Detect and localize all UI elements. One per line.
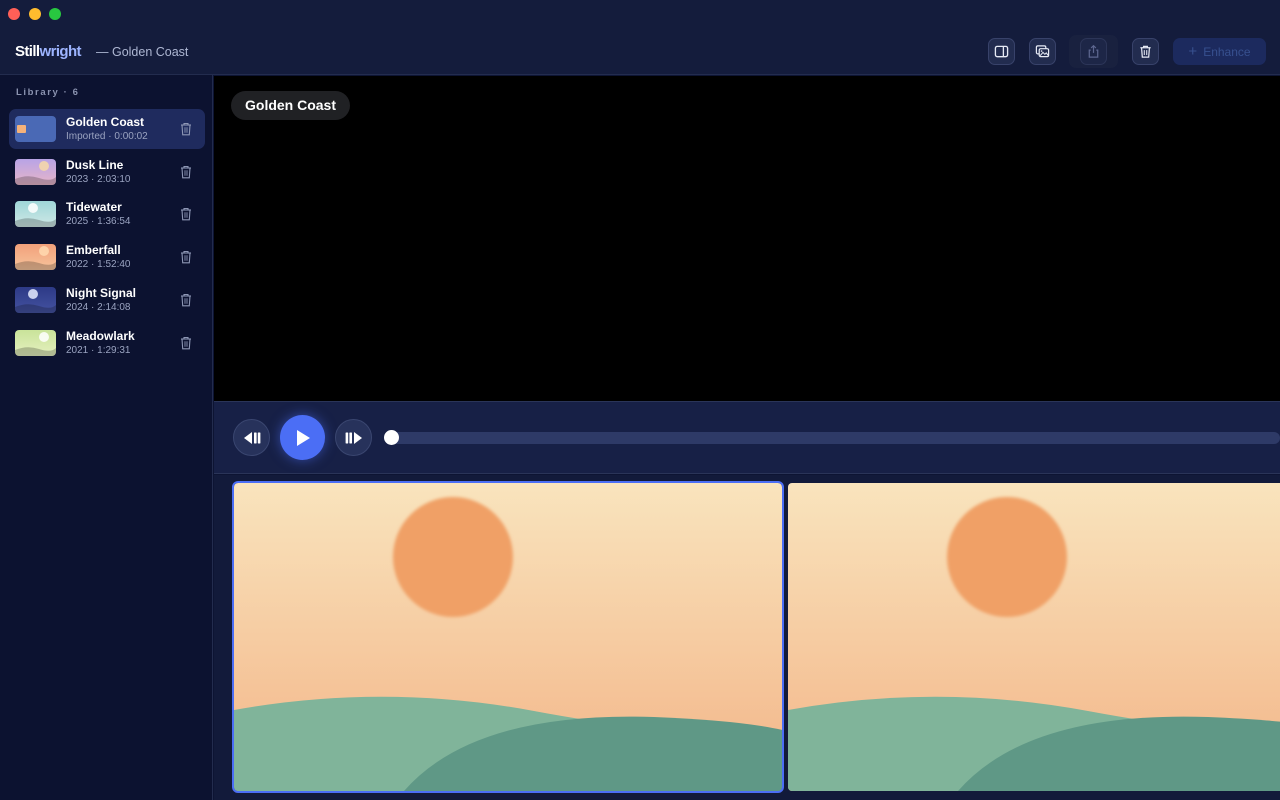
item-delete-button[interactable] xyxy=(180,165,192,179)
images-icon xyxy=(1035,45,1050,58)
scrubber-track[interactable] xyxy=(390,432,1280,444)
library-sidebar: Library · 6 Golden Coast Imported · 0:00:… xyxy=(0,75,213,800)
close-window-button[interactable] xyxy=(8,8,20,20)
app-window: Stillwright — Golden Coast + Enhance Lib… xyxy=(0,0,1280,800)
item-title: Dusk Line xyxy=(66,157,124,172)
title-bar: Stillwright — Golden Coast + Enhance xyxy=(0,0,1280,75)
item-meta: 2023 · 2:03:10 xyxy=(66,173,131,185)
delete-button[interactable] xyxy=(1132,38,1159,65)
item-thumbnail xyxy=(15,201,56,228)
item-meta: 2024 · 2:14:08 xyxy=(66,301,131,313)
step-back-button[interactable] xyxy=(233,419,270,456)
step-forward-button[interactable] xyxy=(335,419,372,456)
library-item[interactable]: Meadowlark 2021 · 1:29:31 xyxy=(9,323,205,363)
item-title: Tidewater xyxy=(66,200,122,215)
share-button-container xyxy=(1069,35,1118,68)
item-meta: 2021 · 1:29:31 xyxy=(66,344,131,356)
item-delete-button[interactable] xyxy=(180,250,192,264)
sidebar-right-icon xyxy=(994,45,1009,58)
item-delete-button[interactable] xyxy=(180,207,192,221)
enhance-label: Enhance xyxy=(1203,44,1251,59)
step-back-icon xyxy=(243,431,260,444)
zoom-window-button[interactable] xyxy=(49,8,61,20)
item-delete-button[interactable] xyxy=(180,336,192,350)
item-title: Meadowlark xyxy=(66,328,135,343)
filmstrip-frame[interactable] xyxy=(232,481,784,793)
trash-icon xyxy=(180,165,192,183)
trash-icon xyxy=(1140,45,1151,58)
landscape-image xyxy=(788,483,1280,791)
app-logo: Stillwright xyxy=(15,43,82,60)
document-title: — Golden Coast xyxy=(96,45,189,59)
item-delete-button[interactable] xyxy=(180,293,192,307)
item-meta: Imported · 0:00:02 xyxy=(66,131,148,142)
item-thumbnail xyxy=(15,329,56,356)
trash-icon xyxy=(180,208,192,225)
play-button[interactable] xyxy=(280,415,325,460)
step-forward-icon xyxy=(345,431,362,444)
playback-controls xyxy=(214,401,1280,474)
landscape-image xyxy=(234,483,782,791)
preview-title-pill: Golden Coast xyxy=(231,91,351,120)
item-thumbnail xyxy=(15,158,56,185)
library-item[interactable]: Dusk Line 2023 · 2:03:10 xyxy=(9,152,205,192)
enhance-button[interactable]: + Enhance xyxy=(1173,38,1266,65)
filmstrip xyxy=(214,475,1280,800)
toggle-panel-button[interactable] xyxy=(988,38,1015,65)
trash-icon xyxy=(180,122,192,140)
item-meta: 2025 · 1:36:54 xyxy=(66,216,131,228)
scrubber-handle[interactable] xyxy=(384,430,399,445)
play-icon xyxy=(296,429,310,446)
library-item[interactable]: Emberfall 2022 · 1:52:40 xyxy=(9,237,205,277)
item-thumbnail xyxy=(15,244,56,271)
share-icon xyxy=(1088,44,1099,58)
item-thumbnail xyxy=(15,116,56,142)
item-title: Night Signal xyxy=(66,285,136,300)
library-item[interactable]: Tidewater 2025 · 1:36:54 xyxy=(9,194,205,234)
trash-icon xyxy=(180,293,192,311)
item-title: Emberfall xyxy=(66,243,121,258)
logo-part-still: Still xyxy=(15,43,40,60)
plus-icon: + xyxy=(1188,43,1198,60)
filmstrip-frame[interactable] xyxy=(788,483,1280,791)
gallery-button[interactable] xyxy=(1029,38,1056,65)
item-delete-button[interactable] xyxy=(180,122,192,136)
library-heading: Library · 6 xyxy=(16,87,80,98)
item-title: Golden Coast xyxy=(66,115,145,129)
share-button[interactable] xyxy=(1080,38,1107,65)
library-item[interactable]: Golden Coast Imported · 0:00:02 xyxy=(9,109,205,149)
trash-icon xyxy=(180,336,192,354)
trash-icon xyxy=(180,251,192,268)
item-thumbnail xyxy=(15,286,56,313)
video-preview[interactable]: Golden Coast xyxy=(214,76,1280,401)
logo-part-wright: wright xyxy=(39,43,82,60)
library-item[interactable]: Night Signal 2024 · 2:14:08 xyxy=(9,280,205,320)
item-meta: 2022 · 1:52:40 xyxy=(66,259,131,271)
minimize-window-button[interactable] xyxy=(29,8,41,20)
